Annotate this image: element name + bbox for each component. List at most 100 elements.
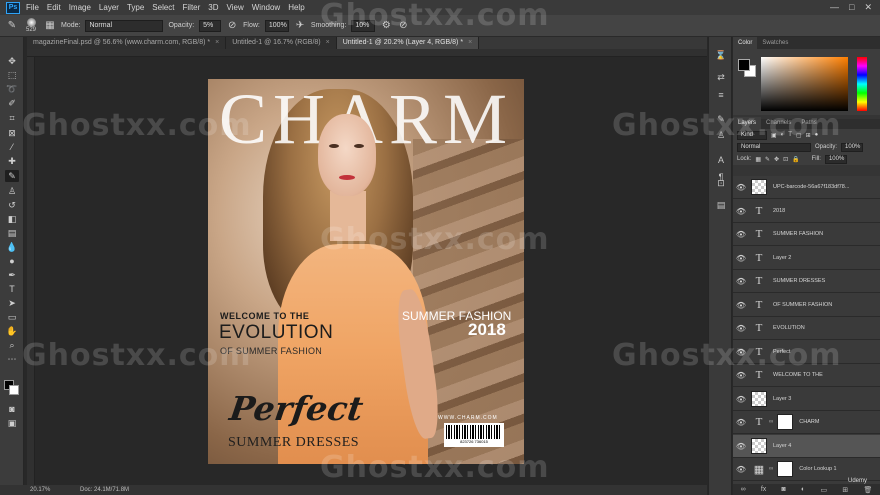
history-panel-icon[interactable]: ⌛ [715, 49, 727, 61]
visibility-eye-icon[interactable]: 👁 [733, 324, 749, 333]
layer-row[interactable]: 👁 T SUMMER DRESSES [733, 270, 880, 293]
layer-row-selected[interactable]: 👁 Layer 4 [733, 435, 880, 458]
layer-fill-field[interactable]: 100% [824, 154, 847, 164]
color-panel-foreground[interactable] [738, 59, 750, 71]
character-panel-icon[interactable]: A [715, 154, 727, 166]
clone-stamp-tool-icon[interactable]: ♙ [5, 185, 19, 197]
quick-mask-icon[interactable]: ◙ [5, 403, 19, 415]
mode-select[interactable]: Normal [85, 19, 164, 32]
menu-3d[interactable]: 3D [208, 3, 218, 12]
layer-mask-thumbnail[interactable] [777, 461, 794, 477]
more-tools-icon[interactable]: ⋯ [5, 353, 19, 365]
link-layers-icon[interactable]: ∞ [741, 486, 746, 493]
crop-tool-icon[interactable]: ⌗ [5, 112, 19, 124]
lock-image-icon[interactable]: ✎ [765, 156, 770, 163]
dodge-tool-icon[interactable]: ● [5, 255, 19, 267]
hue-slider[interactable] [857, 57, 867, 111]
blur-tool-icon[interactable]: 💧 [5, 241, 19, 253]
close-button[interactable]: ✕ [864, 2, 872, 13]
menu-image[interactable]: Image [69, 3, 91, 12]
visibility-eye-icon[interactable]: 👁 [733, 395, 749, 404]
glyphs-panel-icon[interactable]: ⊡ [715, 177, 727, 189]
zoom-tool-icon[interactable]: ⌕ [5, 339, 19, 351]
lock-transparent-icon[interactable]: ▦ [755, 156, 761, 163]
layer-row[interactable]: 👁 T OF SUMMER FASHION [733, 294, 880, 317]
close-tab-icon[interactable]: × [326, 37, 330, 49]
brush-tool-icon[interactable]: ✎ [6, 20, 18, 32]
healing-brush-tool-icon[interactable]: ✚ [5, 155, 19, 167]
menu-edit[interactable]: Edit [47, 3, 61, 12]
menu-filter[interactable]: Filter [183, 3, 201, 12]
layer-mask-thumbnail[interactable] [777, 414, 794, 430]
type-tool-icon[interactable]: T [5, 283, 19, 295]
quick-select-tool-icon[interactable]: ✐ [5, 97, 19, 109]
tab-untitled-1-b[interactable]: Untitled-1 @ 20.2% (Layer 4, RGB/8) * × [336, 37, 480, 49]
frame-tool-icon[interactable]: ⊠ [5, 127, 19, 139]
marquee-tool-icon[interactable]: ⬚ [5, 69, 19, 81]
new-group-icon[interactable]: ▭ [820, 486, 827, 494]
new-layer-icon[interactable]: ⊞ [842, 486, 848, 494]
zoom-level[interactable]: 20.17% [0, 487, 50, 493]
menu-type[interactable]: Type [127, 3, 144, 12]
magazine-cover[interactable]: CHARM WELCOME TO THE EVOLUTION OF SUMMER… [208, 79, 524, 464]
gradient-tool-icon[interactable]: ▤ [5, 227, 19, 239]
lock-position-icon[interactable]: ✥ [774, 156, 779, 163]
close-tab-icon[interactable]: × [468, 37, 472, 49]
lasso-tool-icon[interactable]: ➰ [5, 83, 19, 95]
layer-row[interactable]: 👁 T 2018 [733, 200, 880, 223]
layer-row[interactable]: 👁 Layer 3 [733, 388, 880, 411]
history-brush-tool-icon[interactable]: ↺ [5, 199, 19, 211]
layer-row[interactable]: 👁 T ∞ CHARM [733, 411, 880, 434]
pressure-opacity-icon[interactable]: ⊘ [226, 20, 238, 32]
blend-mode-select[interactable]: Normal [737, 142, 811, 152]
tab-untitled-1-a[interactable]: Untitled-1 @ 16.7% (RGB/8) × [226, 37, 337, 49]
layer-row[interactable]: 👁 UPC-barcode-56a67f183df78... [733, 176, 880, 199]
flow-field[interactable]: 100% [264, 19, 289, 32]
horizontal-ruler[interactable] [27, 49, 707, 57]
airbrush-icon[interactable]: ✈ [294, 20, 306, 32]
visibility-eye-icon[interactable]: 👁 [733, 183, 749, 192]
brush-settings-icon[interactable]: ▦ [44, 20, 56, 32]
brush-tool-icon[interactable]: ✎ [5, 170, 19, 182]
menu-file[interactable]: File [26, 3, 39, 12]
libraries-panel-icon[interactable]: ▤ [715, 199, 727, 211]
tab-swatches[interactable]: Swatches [757, 37, 793, 49]
tab-magazine-final[interactable]: magazineFinal.psd @ 56.6% (www.charm.com… [27, 37, 227, 49]
adjustments-panel-icon[interactable]: ⇄ [715, 71, 727, 83]
visibility-eye-icon[interactable]: 👁 [733, 207, 749, 216]
layer-row[interactable]: 👁 T SUMMER FASHION [733, 223, 880, 246]
delete-layer-icon[interactable]: 🗑 [863, 486, 872, 494]
rectangle-tool-icon[interactable]: ▭ [5, 311, 19, 323]
color-picker-field[interactable] [761, 57, 848, 111]
move-tool-icon[interactable]: ✥ [5, 55, 19, 67]
minimize-button[interactable]: — [830, 2, 839, 13]
menu-select[interactable]: Select [152, 3, 174, 12]
link-chain-icon[interactable]: ∞ [769, 466, 773, 472]
visibility-eye-icon[interactable]: 👁 [733, 277, 749, 286]
link-chain-icon[interactable]: ∞ [769, 419, 773, 425]
path-select-tool-icon[interactable]: ➤ [5, 297, 19, 309]
eraser-tool-icon[interactable]: ◧ [5, 213, 19, 225]
visibility-eye-icon[interactable]: 👁 [733, 465, 749, 474]
screen-mode-icon[interactable]: ▣ [5, 417, 19, 429]
layer-row[interactable]: 👁 T EVOLUTION [733, 317, 880, 340]
properties-panel-icon[interactable]: ≡ [715, 89, 727, 101]
background-color-swatch[interactable] [9, 385, 19, 395]
menu-view[interactable]: View [227, 3, 244, 12]
opacity-field[interactable]: 5% [199, 19, 222, 32]
new-adjustment-icon[interactable]: ◐ [801, 486, 805, 493]
lock-artboard-icon[interactable]: ⊡ [783, 156, 788, 163]
lock-all-icon[interactable]: 🔒 [792, 156, 799, 163]
brush-preset-picker[interactable]: 529 [23, 18, 39, 33]
maximize-button[interactable]: □ [849, 2, 854, 13]
visibility-eye-icon[interactable]: 👁 [733, 230, 749, 239]
eyedropper-tool-icon[interactable]: ⁄ [5, 141, 19, 153]
visibility-eye-icon[interactable]: 👁 [733, 301, 749, 310]
visibility-eye-icon[interactable]: 👁 [733, 418, 749, 427]
menu-layer[interactable]: Layer [99, 3, 119, 12]
add-mask-icon[interactable]: ◙ [782, 486, 786, 493]
menu-help[interactable]: Help [288, 3, 304, 12]
visibility-eye-icon[interactable]: 👁 [733, 254, 749, 263]
hand-tool-icon[interactable]: ✋ [5, 325, 19, 337]
layer-style-icon[interactable]: fx [761, 486, 766, 493]
